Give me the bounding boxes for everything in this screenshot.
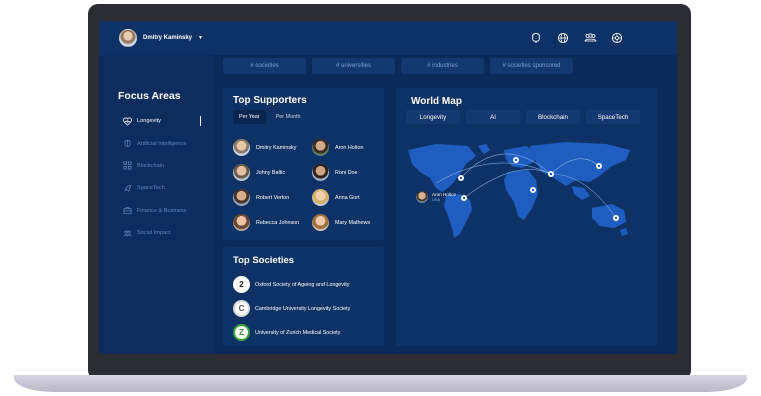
tag-societies[interactable]: # societies (223, 58, 306, 74)
world-map-title: World Map (411, 96, 462, 107)
oxford-logo-icon: 2 (233, 276, 250, 293)
focus-item-longevity[interactable]: Longevity (123, 110, 201, 132)
brain-icon (123, 139, 132, 148)
focus-areas-list: Longevity Artificial Intelligence Blockc… (123, 110, 201, 244)
map-tabs: Longevity AI Blockchain SpaceTech (406, 110, 640, 124)
per-year-button[interactable]: Per Year (233, 110, 266, 124)
supporter-name: Roni Doe (335, 169, 358, 176)
per-month-button[interactable]: Per Month (270, 110, 307, 124)
pin-info: Aron Holton USA (432, 192, 456, 202)
rocket-icon (123, 184, 132, 193)
focus-item-label: Blockchain (137, 162, 165, 169)
supporter-item[interactable]: Roni Doe (312, 163, 392, 182)
top-supporters-title: Top Supporters (233, 95, 307, 106)
sidebar: Dmitry Kaminsky ▼ Focus Areas Longevity … (99, 21, 214, 354)
society-item[interactable]: Z University of Zurich Medical Society (233, 323, 350, 342)
briefcase-icon (123, 206, 132, 215)
society-logo-mark: Z (239, 328, 244, 337)
header-icons (528, 30, 625, 46)
top-societies-card: Top Societies 2 Oxford Society of Ageing… (223, 247, 384, 346)
world-map-card: World Map Longevity AI Blockchain SpaceT… (396, 88, 657, 346)
society-logo-mark: 2 (239, 280, 244, 289)
map-pin-card[interactable]: Aron Holton USA (416, 191, 456, 203)
supporters-grid: Dmitry Kaminsky Aron Holton Johny Baltic… (233, 138, 392, 232)
supporter-name: Rebecca Johnson (256, 219, 300, 226)
supporter-item[interactable]: Rebecca Johnson (233, 213, 312, 232)
avatar (312, 164, 329, 181)
chevron-down-icon: ▼ (198, 35, 203, 41)
user-menu[interactable]: Dmitry Kaminsky ▼ (119, 29, 203, 47)
supporter-name: Aron Holton (335, 144, 364, 151)
society-name: Oxford Society of Ageing and Longevity (255, 281, 350, 288)
globe-icon[interactable] (555, 30, 571, 46)
heart-pulse-icon (123, 117, 132, 126)
avatar (233, 164, 250, 181)
society-logo-mark: C (238, 304, 245, 313)
supporter-name: Robert Verton (256, 194, 290, 201)
app-screen: Dmitry Kaminsky ▼ Focus Areas Longevity … (99, 21, 677, 354)
top-header (214, 21, 677, 55)
people-icon (123, 229, 132, 238)
group-icon[interactable] (582, 30, 598, 46)
supporter-item[interactable]: Robert Verton (233, 188, 312, 207)
top-supporters-card: Top Supporters Per Year Per Month Dmitry… (223, 88, 384, 240)
zurich-logo-icon: Z (233, 324, 250, 341)
sidebar-header: Dmitry Kaminsky ▼ (99, 21, 214, 55)
focus-item-label: Finance & Business (137, 207, 187, 214)
supporter-name: Anna Gort (335, 194, 360, 201)
network-icon[interactable] (609, 30, 625, 46)
tag-filters: # societies # universities # industries … (223, 58, 573, 74)
map-tab-ai[interactable]: AI (466, 110, 520, 124)
user-name: Dmitry Kaminsky (143, 35, 193, 41)
supporter-item[interactable]: Anna Gort (312, 188, 392, 207)
supporters-period-toggle: Per Year Per Month (233, 110, 307, 124)
focus-item-label: Longevity (137, 118, 161, 125)
society-name: University of Zurich Medical Society (255, 329, 341, 336)
avatar (233, 189, 250, 206)
supporter-name: Johny Baltic (256, 169, 286, 176)
laptop-base (14, 375, 747, 392)
map-tab-blockchain[interactable]: Blockchain (526, 110, 580, 124)
focus-item-spacetech[interactable]: SpaceTech (123, 177, 199, 199)
top-societies-title: Top Societies (233, 255, 295, 266)
focus-item-finance[interactable]: Finance & Business (123, 200, 199, 222)
cambridge-logo-icon: C (233, 300, 250, 317)
focus-item-label: Artificial Intelligence (137, 140, 187, 147)
focus-item-ai[interactable]: Artificial Intelligence (123, 132, 199, 154)
map-tab-spacetech[interactable]: SpaceTech (586, 110, 640, 124)
avatar (312, 189, 329, 206)
avatar (233, 214, 250, 231)
pin-location: USA (432, 197, 441, 202)
society-name: Cambridge University Longevity Society (255, 305, 351, 312)
supporter-item[interactable]: Mary Mathews (312, 213, 392, 232)
avatar (312, 139, 329, 156)
blockchain-icon (123, 161, 132, 170)
focus-item-blockchain[interactable]: Blockchain (123, 155, 199, 177)
map-tab-longevity[interactable]: Longevity (406, 110, 460, 124)
society-item[interactable]: C Cambridge University Longevity Society (233, 299, 350, 318)
focus-item-label: SpaceTech (137, 185, 165, 192)
avatar (416, 191, 428, 203)
avatar (312, 214, 329, 231)
supporter-item[interactable]: Aron Holton (312, 138, 392, 157)
tag-universities[interactable]: # universities (312, 58, 395, 74)
brain-icon[interactable] (528, 30, 544, 46)
society-item[interactable]: 2 Oxford Society of Ageing and Longevity (233, 275, 350, 294)
tag-societies-sponsored[interactable]: # societies sponsored (490, 58, 573, 74)
societies-list: 2 Oxford Society of Ageing and Longevity… (233, 275, 350, 347)
focus-areas-title: Focus Areas (118, 90, 181, 102)
supporter-name: Dmitry Kaminsky (256, 144, 297, 151)
avatar (119, 29, 137, 47)
supporter-item[interactable]: Johny Baltic (233, 163, 312, 182)
focus-item-label: Social Impact (137, 230, 171, 237)
supporter-item[interactable]: Dmitry Kaminsky (233, 138, 312, 157)
supporter-name: Mary Mathews (335, 219, 371, 226)
avatar (233, 139, 250, 156)
focus-item-social[interactable]: Social Impact (123, 222, 199, 244)
tag-industries[interactable]: # industries (401, 58, 484, 74)
